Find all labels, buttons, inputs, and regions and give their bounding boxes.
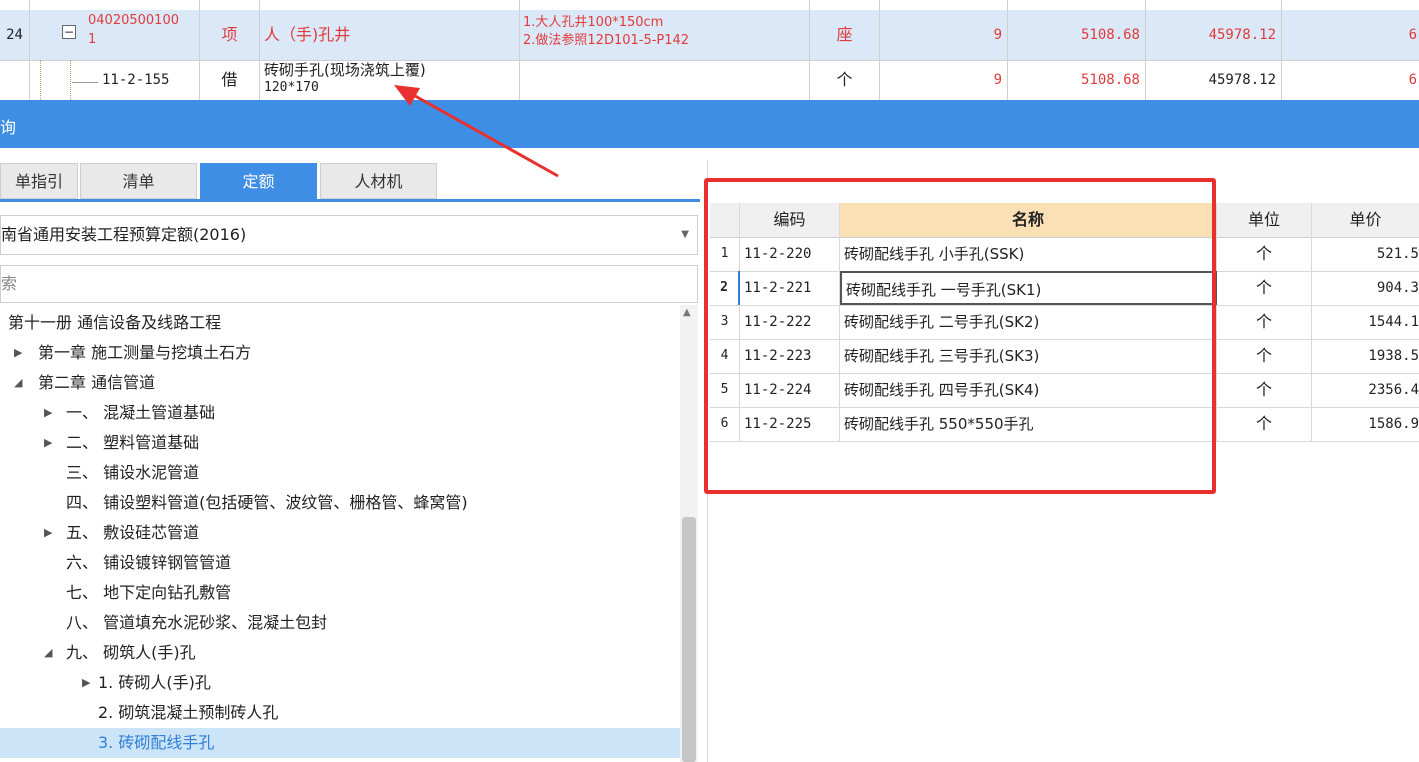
search-placeholder: 索 xyxy=(1,274,18,293)
expand-icon[interactable]: ▶ xyxy=(44,436,52,449)
item-total: 45978.12 xyxy=(1146,60,1282,100)
tree-node[interactable]: 五、 敷设硅芯管道 xyxy=(66,518,199,548)
tab-quota[interactable]: 定额 xyxy=(200,163,317,199)
panel-title-bar: 询 xyxy=(0,100,1419,148)
tree-node[interactable]: 六、 铺设镀锌钢管管道 xyxy=(66,548,231,578)
tree-node[interactable]: 九、 砌筑人(手)孔 xyxy=(66,638,196,668)
collapse-icon[interactable]: − xyxy=(62,25,76,39)
quota-table-header: 编码 名称 单位 单价 xyxy=(710,203,1419,238)
item-unit: 座 xyxy=(810,10,880,60)
item-price: 5108.68 xyxy=(1008,60,1146,100)
col-header-code[interactable]: 编码 xyxy=(740,203,840,237)
tree-node[interactable]: 第二章 通信管道 xyxy=(38,368,155,398)
collapse-icon[interactable]: ◢ xyxy=(14,376,22,389)
col-header-price[interactable]: 单价 xyxy=(1312,203,1419,237)
tab-labor-material[interactable]: 人材机 xyxy=(320,163,437,199)
item-qty: 9 xyxy=(880,10,1008,60)
col-header-unit[interactable]: 单位 xyxy=(1217,203,1312,237)
quota-library-select[interactable]: 南省通用安装工程预算定额(2016) ▼ xyxy=(0,215,698,255)
scrollbar-thumb[interactable] xyxy=(682,517,696,762)
table-row-selected[interactable]: 2 11-2-221 砖砌配线手孔 一号手孔(SK1) 个 904.3 xyxy=(710,271,1419,306)
panel-title: 询 xyxy=(0,118,17,137)
tree-node[interactable]: 八、 管道填充水泥砂浆、混凝土包封 xyxy=(66,608,327,638)
item-code-suffix: 1 xyxy=(88,32,97,47)
tree-scrollbar[interactable]: ▲ xyxy=(680,305,698,762)
tab-list[interactable]: 清单 xyxy=(80,163,197,199)
item-extra: 6 xyxy=(1408,27,1417,43)
tree-node-selected[interactable]: 3. 砖砌配线手孔 xyxy=(98,728,214,758)
selected-cell: 砖砌配线手孔 一号手孔(SK1) xyxy=(840,271,1217,305)
expand-icon[interactable]: ▶ xyxy=(44,406,52,419)
collapse-icon[interactable]: ◢ xyxy=(44,646,52,659)
tree-node[interactable]: 三、 铺设水泥管道 xyxy=(66,458,199,488)
top-budget-grid: 24 − 04020500100 1 项 人（手)孔井 1.大人孔井100*15… xyxy=(0,0,1419,101)
tree-node[interactable]: 1. 砖砌人(手)孔 xyxy=(98,668,211,698)
tab-guide[interactable]: 单指引 xyxy=(0,163,78,199)
item-code: 04020500100 xyxy=(88,13,179,28)
tree-node[interactable]: 二、 塑料管道基础 xyxy=(66,428,199,458)
table-row[interactable]: 6 11-2-225 砖砌配线手孔 550*550手孔 个 1586.9 xyxy=(710,407,1419,442)
table-row[interactable]: 1 11-2-220 砖砌配线手孔 小手孔(SSK) 个 521.5 xyxy=(710,237,1419,272)
table-row[interactable]: 3 11-2-222 砖砌配线手孔 二号手孔(SK2) 个 1544.1 xyxy=(710,305,1419,340)
item-price: 5108.68 xyxy=(1008,10,1146,60)
item-name: 人（手)孔井 xyxy=(260,10,520,60)
panel-divider xyxy=(707,160,708,762)
item-code: 11-2-155 xyxy=(102,72,170,88)
scroll-up-icon[interactable]: ▲ xyxy=(683,307,691,318)
tree-node[interactable]: 一、 混凝土管道基础 xyxy=(66,398,215,428)
table-row[interactable]: 11-2-155 借 砖砌手孔(现场浇筑上覆) 120*170 个 9 5108… xyxy=(0,60,1419,101)
expand-icon[interactable]: ▶ xyxy=(14,346,22,359)
col-header-name[interactable]: 名称 xyxy=(840,203,1217,237)
expand-icon[interactable]: ▶ xyxy=(44,526,52,539)
item-extra: 6 xyxy=(1408,72,1417,88)
item-qty: 9 xyxy=(880,60,1008,100)
item-type: 借 xyxy=(200,60,260,100)
quota-library-value: 南省通用安装工程预算定额(2016) xyxy=(1,225,247,244)
item-name: 砖砌手孔(现场浇筑上覆) xyxy=(264,61,426,79)
chapter-tree: 第十一册 通信设备及线路工程 ▶ 第一章 施工测量与挖填土石方 ◢ 第二章 通信… xyxy=(0,308,680,762)
tab-underline xyxy=(0,199,700,202)
tree-node[interactable]: 七、 地下定向钻孔敷管 xyxy=(66,578,231,608)
expand-icon[interactable]: ▶ xyxy=(82,676,90,689)
item-unit: 个 xyxy=(810,60,880,100)
item-total: 45978.12 xyxy=(1146,10,1282,60)
table-row[interactable]: 24 − 04020500100 1 项 人（手)孔井 1.大人孔井100*15… xyxy=(0,10,1419,61)
tree-node[interactable]: 四、 铺设塑料管道(包括硬管、波纹管、栅格管、蜂窝管) xyxy=(66,488,468,518)
tree-node[interactable]: 2. 砌筑混凝土预制砖人孔 xyxy=(98,698,278,728)
tree-node[interactable]: 第十一册 通信设备及线路工程 xyxy=(8,308,221,338)
item-desc-line: 2.做法参照12D101-5-P142 xyxy=(523,33,690,48)
search-input[interactable]: 索 xyxy=(0,265,698,303)
item-name-spec: 120*170 xyxy=(264,80,319,95)
table-row[interactable]: 4 11-2-223 砖砌配线手孔 三号手孔(SK3) 个 1938.5 xyxy=(710,339,1419,374)
item-type: 项 xyxy=(200,10,260,60)
table-row[interactable]: 5 11-2-224 砖砌配线手孔 四号手孔(SK4) 个 2356.4 xyxy=(710,373,1419,408)
chevron-down-icon: ▼ xyxy=(681,229,689,240)
item-desc-line: 1.大人孔井100*150cm xyxy=(523,15,664,30)
tree-node[interactable]: 第一章 施工测量与挖填土石方 xyxy=(38,338,251,368)
row-index: 24 xyxy=(0,10,30,60)
